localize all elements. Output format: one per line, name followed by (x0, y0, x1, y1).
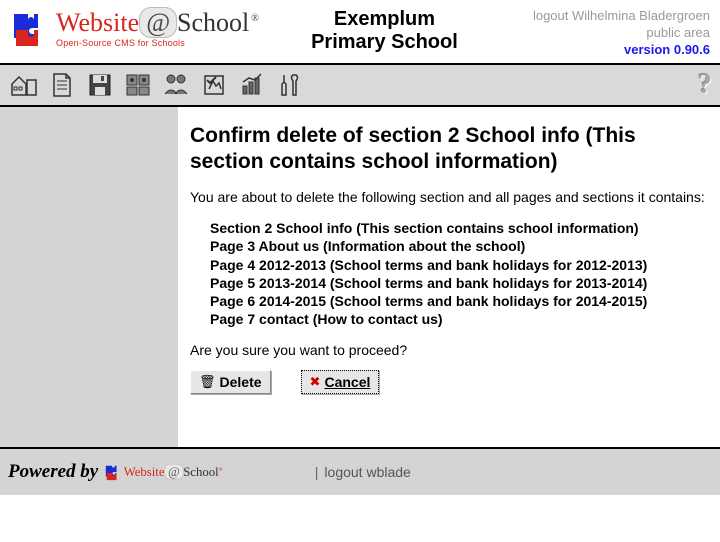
site-title: Exemplum Primary School (259, 6, 510, 54)
list-item: Page 3 About us (Information about the s… (210, 237, 706, 255)
close-icon: ✖ (310, 374, 321, 390)
toolbar: ? (0, 63, 720, 107)
save-icon[interactable] (84, 71, 116, 99)
help-icon[interactable]: ? (698, 69, 712, 101)
logo-at: @ (139, 7, 177, 38)
delete-button-label: Delete (220, 374, 262, 390)
logo-text: Website@School® Open-Source CMS for Scho… (56, 8, 259, 48)
delete-button[interactable]: 🗑 Delete (190, 370, 271, 394)
list-item: Page 5 2013-2014 (School terms and bank … (210, 274, 706, 292)
list-item: Page 7 contact (How to contact us) (210, 310, 706, 328)
logo[interactable]: Website@School® Open-Source CMS for Scho… (10, 6, 259, 50)
logo-word-school: School (177, 8, 249, 37)
intro-text: You are about to delete the following se… (190, 189, 706, 205)
page-title: Confirm delete of section 2 School info … (190, 123, 706, 176)
header-right: logout Wilhelmina Bladergroen public are… (510, 6, 710, 59)
logo-word-website: Website (56, 8, 139, 37)
site-title-line1: Exemplum (259, 8, 510, 31)
main: Confirm delete of section 2 School info … (0, 107, 720, 447)
area-link[interactable]: public area (510, 25, 710, 42)
footer-logout-link[interactable]: logout wblade (324, 464, 410, 480)
puzzle-icon (10, 6, 54, 50)
modules-icon[interactable] (122, 71, 154, 99)
footer: Powered by Website@School® | logout wbla… (0, 447, 720, 495)
footer-logo[interactable]: Website@School® (104, 462, 223, 482)
config-icon[interactable] (198, 71, 230, 99)
trash-icon: 🗑 (199, 374, 216, 390)
list-item: Section 2 School info (This section cont… (210, 219, 706, 237)
confirm-text: Are you sure you want to proceed? (190, 342, 706, 358)
separator: | (315, 464, 319, 480)
powered-by-text: Powered by (8, 461, 98, 483)
content: Confirm delete of section 2 School info … (178, 107, 720, 447)
users-icon[interactable] (160, 71, 192, 99)
delete-item-list: Section 2 School info (This section cont… (210, 219, 706, 328)
list-item: Page 6 2014-2015 (School terms and bank … (210, 292, 706, 310)
logout-link[interactable]: logout Wilhelmina Bladergroen (510, 8, 710, 25)
button-row: 🗑 Delete ✖ Cancel (190, 370, 706, 394)
list-item: Page 4 2012-2013 (School terms and bank … (210, 256, 706, 274)
registered-mark: ® (251, 13, 259, 24)
stats-icon[interactable] (236, 71, 268, 99)
header: Website@School® Open-Source CMS for Scho… (0, 0, 720, 63)
cancel-button-label: Cancel (324, 374, 370, 390)
version-text: version 0.90.6 (510, 42, 710, 59)
page-icon[interactable] (46, 71, 78, 99)
sidebar (0, 107, 178, 447)
logo-subtitle: Open-Source CMS for Schools (56, 38, 259, 48)
tools-icon[interactable] (274, 71, 306, 99)
site-title-line2: Primary School (259, 31, 510, 54)
home-icon[interactable] (8, 71, 40, 99)
cancel-button[interactable]: ✖ Cancel (301, 370, 380, 394)
